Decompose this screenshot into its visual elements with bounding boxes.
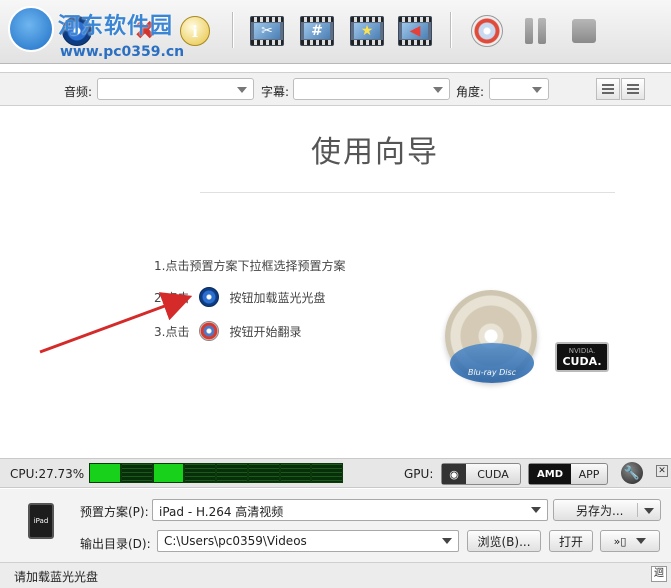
chevron-down-icon	[532, 87, 542, 93]
pause-button[interactable]	[518, 14, 552, 48]
subtitle-label: 字幕:	[261, 85, 290, 99]
save-as-label: 另存为...	[576, 503, 624, 518]
cuda-label: CUDA	[477, 467, 509, 481]
pause-icon	[522, 18, 548, 44]
trim-video-button[interactable]: ✂	[250, 14, 284, 48]
watermark-logo-icon	[8, 6, 54, 52]
main-toolbar: ✖ i ✂ # ★ ◀ 河东软件园 www.pc0359.cn	[0, 0, 671, 64]
info-icon: i	[180, 16, 210, 46]
start-rip-button[interactable]	[470, 14, 504, 48]
nvidia-text: NVIDIA.	[568, 347, 596, 355]
app-label: APP	[578, 467, 600, 481]
edit-video-button[interactable]: #	[300, 14, 334, 48]
chevron-down-icon	[442, 538, 452, 544]
watermark-url: www.pc0359.cn	[60, 44, 185, 60]
preset-label: 预置方案(P):	[80, 505, 149, 519]
cpu-meter-block	[90, 464, 120, 482]
output-dir-label: 输出目录(D):	[80, 537, 151, 551]
effect-video-button[interactable]: ★	[350, 14, 384, 48]
output-dir-value: C:\Users\pc0359\Videos	[164, 534, 307, 548]
performance-bar: CPU:27.73% GPU: ◉ CUDA AMD APP	[0, 458, 671, 488]
bluray-logo: Blu-ray Disc	[450, 343, 534, 383]
save-as-button[interactable]: 另存为...	[553, 499, 661, 521]
toolbar-separator	[232, 12, 234, 48]
watermark-title: 河东软件园	[58, 13, 174, 39]
gpu-label: GPU:	[404, 467, 434, 481]
guide-panel: 使用向导 1.点击预置方案下拉框选择预置方案 2.点击 按钮加载蓝光光盘 3.点…	[0, 107, 671, 457]
cpu-meter-block	[185, 464, 215, 482]
detail-view-button[interactable]	[621, 78, 645, 100]
cpu-meter-block	[312, 464, 342, 482]
output-dir-field[interactable]: C:\Users\pc0359\Videos	[157, 530, 459, 552]
close-panel-button[interactable]: ✕	[656, 465, 668, 477]
status-bar: 请加载蓝光光盘 迴	[0, 562, 671, 588]
info-button[interactable]: i	[178, 14, 212, 48]
cpu-meter-block	[248, 464, 279, 482]
chevron-down-icon	[644, 508, 654, 514]
edit-film-icon: #	[300, 16, 334, 46]
step-text: 按钮开始翻录	[229, 324, 302, 339]
audio-select[interactable]	[97, 78, 254, 100]
angle-label: 角度:	[456, 85, 485, 99]
guide-step-1: 1.点击预置方案下拉框选择预置方案	[154, 257, 345, 274]
divider	[200, 192, 615, 193]
stop-icon	[572, 19, 596, 43]
cpu-meter-block	[153, 464, 184, 482]
step-text: 按钮加载蓝光光盘	[229, 290, 326, 305]
amd-logo: AMD	[529, 464, 571, 484]
wrench-icon: 🔧	[623, 465, 641, 481]
cpu-usage-label: CPU:27.73%	[10, 467, 85, 481]
cpu-meter-block	[280, 464, 311, 482]
merge-video-button[interactable]: ◀	[398, 14, 432, 48]
guide-title: 使用向导	[311, 135, 439, 170]
cpu-meter-block	[217, 464, 247, 482]
scissors-film-icon: ✂	[250, 16, 284, 46]
chevron-down-icon	[531, 507, 541, 513]
list-view-button[interactable]	[596, 78, 620, 100]
device-transfer-button[interactable]: »▯	[600, 530, 660, 552]
amd-app-button[interactable]: AMD APP	[528, 463, 608, 485]
status-text: 请加载蓝光光盘	[14, 570, 99, 584]
cuda-button[interactable]: ◉ CUDA	[441, 463, 521, 485]
audio-label: 音频:	[64, 85, 93, 99]
preset-value: iPad - H.264 高清视频	[159, 505, 284, 519]
angle-select[interactable]	[489, 78, 549, 100]
star-film-icon: ★	[350, 16, 384, 46]
chevron-down-icon	[433, 87, 443, 93]
browse-button[interactable]: 浏览(B)...	[467, 530, 541, 552]
nvidia-cuda-logo: NVIDIA. CUDA.	[555, 342, 609, 372]
open-folder-button[interactable]: 打开	[549, 530, 593, 552]
chevron-down-icon	[237, 87, 247, 93]
pointer-arrow-icon	[39, 292, 193, 354]
output-settings-panel: iPad 预置方案(P): iPad - H.264 高清视频 另存为... 输…	[0, 489, 671, 562]
ipad-device-icon: iPad	[28, 503, 54, 539]
cuda-text: CUDA.	[562, 355, 602, 368]
track-options-bar: 音频: 字幕: 角度:	[0, 72, 671, 106]
nvidia-icon: ◉	[442, 464, 466, 484]
chevron-down-icon	[636, 538, 647, 544]
transfer-device-icon: »▯	[613, 534, 627, 548]
arrow-film-icon: ◀	[398, 16, 432, 46]
cpu-usage-meter	[89, 463, 343, 483]
toolbar-separator	[450, 12, 452, 48]
rip-icon	[471, 15, 503, 47]
status-toggle-button[interactable]: 迴	[651, 566, 667, 582]
cpu-meter-block	[121, 464, 152, 482]
preset-select[interactable]: iPad - H.264 高清视频	[152, 499, 548, 521]
settings-wrench-button[interactable]: 🔧	[621, 462, 643, 484]
step-text: 1.点击预置方案下拉框选择预置方案	[154, 259, 346, 273]
subtitle-select[interactable]	[293, 78, 450, 100]
stop-button[interactable]	[567, 14, 601, 48]
